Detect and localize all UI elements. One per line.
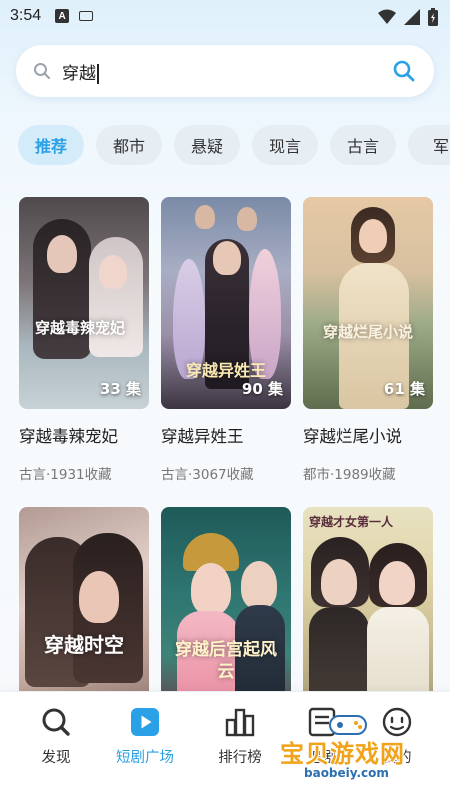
drama-card[interactable]: 穿越异姓王 90 集 穿越异姓王 古言·3067收藏: [161, 197, 291, 483]
battery-icon: [428, 8, 438, 26]
drama-card[interactable]: 穿越时空: [19, 507, 149, 719]
drama-card[interactable]: 穿越后宫起风云: [161, 507, 291, 719]
tab-label: 排行榜: [218, 750, 262, 766]
drama-meta: 都市·1989收藏: [303, 467, 396, 483]
chip-military[interactable]: 军: [408, 125, 450, 165]
chip-urban[interactable]: 都市: [96, 125, 162, 165]
notification-a-icon: A: [55, 9, 70, 23]
poster-title: 穿越后宫起风云: [175, 640, 277, 682]
drama-title: 穿越毒辣宠妃: [19, 427, 118, 446]
drama-meta: 古言·3067收藏: [161, 467, 254, 483]
drama-title: 穿越异姓王: [161, 427, 244, 446]
search-icon: [34, 63, 50, 79]
signal-icon: [404, 9, 420, 25]
chip-suspense[interactable]: 悬疑: [174, 125, 240, 165]
keyboard-icon: [79, 9, 94, 23]
drama-card[interactable]: 穿越烂尾小说 61 集 穿越烂尾小说 都市·1989收藏: [303, 197, 433, 483]
drama-poster[interactable]: 穿越后宫起风云: [161, 507, 291, 719]
chip-recommend[interactable]: 推荐: [18, 125, 84, 165]
ranking-icon: [225, 708, 255, 737]
drama-poster[interactable]: 穿越时空: [19, 507, 149, 719]
status-bar: 3:54 A: [0, 0, 450, 32]
tab-label: 发现: [41, 750, 71, 766]
drama-poster[interactable]: 穿越异姓王 90 集: [161, 197, 291, 409]
watermark-logo: 宝贝游戏网 baobeiy.com: [278, 715, 448, 786]
watermark-text: 宝贝游戏网: [280, 740, 405, 768]
tab-drama-square[interactable]: 短剧广场: [100, 706, 190, 767]
tab-label: 短剧广场: [116, 750, 174, 766]
wifi-icon: [378, 9, 396, 24]
poster-title: 穿越毒辣宠妃: [35, 319, 126, 337]
play-square-icon: [131, 708, 159, 736]
discover-icon: [42, 708, 70, 736]
drama-title: 穿越烂尾小说: [303, 427, 402, 446]
episode-count: 33 集: [99, 380, 141, 398]
chip-ancient-romance[interactable]: 古言: [330, 125, 396, 165]
episode-count: 90 集: [241, 380, 283, 398]
drama-poster[interactable]: 穿越毒辣宠妃 33 集: [19, 197, 149, 409]
drama-poster[interactable]: 穿越才女第一人: [303, 507, 433, 719]
status-time: 3:54: [10, 7, 42, 24]
search-submit-icon[interactable]: [392, 59, 416, 83]
drama-card[interactable]: 穿越才女第一人: [303, 507, 433, 719]
drama-poster[interactable]: 穿越烂尾小说 61 集: [303, 197, 433, 409]
chip-modern-romance[interactable]: 现言: [252, 125, 318, 165]
search-input[interactable]: 穿越: [62, 59, 99, 84]
tab-discover[interactable]: 发现: [11, 706, 101, 767]
poster-title: 穿越烂尾小说: [322, 323, 413, 341]
drama-card[interactable]: 穿越毒辣宠妃 33 集 穿越毒辣宠妃 古言·1931收藏: [19, 197, 149, 483]
search-bar[interactable]: 穿越: [16, 45, 434, 97]
poster-title: 穿越时空: [44, 633, 124, 657]
poster-title: 穿越才女第一人: [309, 515, 394, 529]
watermark-url: baobeiy.com: [304, 766, 389, 780]
tab-ranking[interactable]: 排行榜: [195, 706, 285, 767]
episode-count: 61 集: [383, 380, 425, 398]
category-chips: 推荐 都市 悬疑 现言 古言 军: [0, 125, 450, 167]
drama-meta: 古言·1931收藏: [19, 467, 112, 483]
